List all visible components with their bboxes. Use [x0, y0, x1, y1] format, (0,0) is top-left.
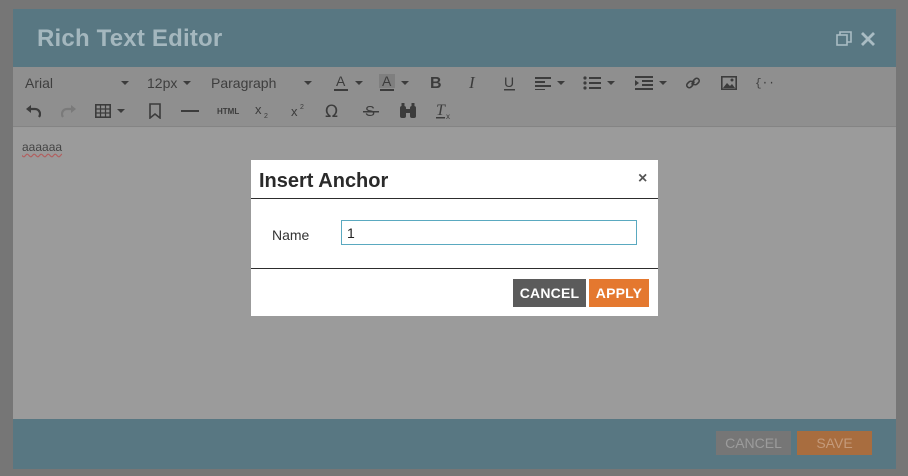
cancel-button[interactable]: CANCEL: [513, 279, 586, 307]
editor-save-button[interactable]: SAVE: [797, 431, 872, 455]
block-format-value: Paragraph: [211, 75, 277, 91]
link-icon: [685, 75, 701, 91]
indent-button[interactable]: [635, 71, 667, 95]
svg-text:T: T: [436, 102, 446, 119]
strikethrough-button[interactable]: S: [363, 99, 379, 123]
bookmark-icon: [149, 103, 161, 119]
font-family-value: Arial: [25, 75, 54, 91]
code-button[interactable]: {···}: [755, 71, 773, 95]
svg-text:U: U: [504, 75, 514, 90]
redo-button[interactable]: [61, 99, 77, 123]
svg-text:2: 2: [300, 104, 304, 111]
editor-title: Rich Text Editor: [37, 25, 223, 52]
horizontal-rule-icon: [181, 104, 199, 118]
link-button[interactable]: [685, 71, 701, 95]
svg-text:x: x: [446, 112, 450, 120]
svg-text:I: I: [468, 75, 476, 91]
apply-button[interactable]: APPLY: [589, 279, 649, 307]
svg-text:Ω: Ω: [325, 103, 338, 119]
clear-format-icon: Tx: [435, 102, 453, 120]
chevron-down-icon: [659, 81, 667, 85]
superscript-icon: x2: [291, 103, 307, 119]
dialog-divider: [251, 198, 658, 199]
find-button[interactable]: [399, 99, 417, 123]
image-button[interactable]: [721, 71, 737, 95]
editor-footer: CANCEL SAVE: [13, 419, 896, 469]
close-icon[interactable]: [860, 31, 876, 47]
code-icon: {···}: [755, 76, 773, 90]
special-char-button[interactable]: Ω: [325, 99, 343, 123]
font-color-button[interactable]: A: [333, 71, 363, 95]
bookmark-button[interactable]: [149, 99, 161, 123]
bold-icon: B: [429, 75, 443, 91]
undo-icon: [25, 104, 41, 118]
clear-format-button[interactable]: Tx: [435, 99, 453, 123]
html-icon: HTML: [217, 106, 240, 116]
insert-anchor-dialog: Insert Anchor × Name CANCEL APPLY: [251, 160, 658, 316]
block-format-select[interactable]: Paragraph: [211, 71, 313, 95]
anchor-name-input[interactable]: [341, 220, 637, 245]
list-button[interactable]: [583, 71, 615, 95]
font-size-select[interactable]: 12px: [147, 71, 192, 95]
highlight-color-icon: A: [379, 74, 395, 92]
find-icon: [399, 103, 417, 119]
omega-icon: Ω: [325, 103, 343, 119]
italic-icon: I: [467, 75, 481, 91]
align-icon: [535, 76, 551, 90]
dialog-divider: [251, 268, 658, 269]
name-label: Name: [272, 227, 310, 243]
font-family-select[interactable]: Arial: [25, 71, 130, 95]
horizontal-rule-button[interactable]: [181, 99, 199, 123]
undo-button[interactable]: [25, 99, 41, 123]
chevron-down-icon: [401, 81, 409, 85]
image-icon: [721, 76, 737, 90]
svg-text:x: x: [291, 104, 298, 119]
svg-text:A: A: [336, 74, 346, 89]
underline-icon: U: [503, 75, 517, 91]
underline-button[interactable]: U: [503, 71, 517, 95]
align-button[interactable]: [535, 71, 565, 95]
svg-text:A: A: [382, 74, 392, 89]
italic-button[interactable]: I: [467, 71, 481, 95]
chevron-down-icon: [183, 81, 192, 85]
chevron-down-icon: [557, 81, 565, 85]
editor-content-text: aaaaaa: [22, 140, 63, 154]
chevron-down-icon: [607, 81, 615, 85]
chevron-down-icon: [355, 81, 363, 85]
svg-text:{···}: {···}: [755, 78, 773, 90]
list-icon: [583, 76, 601, 90]
editor-toolbar: Arial 12px Paragraph A A B I U {· HTML x…: [13, 67, 896, 127]
svg-text:B: B: [430, 75, 442, 91]
indent-icon: [635, 76, 653, 90]
strikethrough-icon: S: [363, 103, 379, 119]
font-color-icon: A: [333, 74, 349, 92]
chevron-down-icon: [117, 109, 125, 113]
dialog-title: Insert Anchor: [259, 170, 389, 192]
table-icon: [95, 104, 111, 118]
close-icon[interactable]: ×: [638, 171, 650, 187]
highlight-color-button[interactable]: A: [379, 71, 409, 95]
svg-text:2: 2: [264, 113, 268, 119]
html-button[interactable]: HTML: [217, 99, 239, 123]
chevron-down-icon: [121, 81, 130, 85]
restore-window-icon[interactable]: [836, 31, 852, 47]
editor-cancel-button[interactable]: CANCEL: [716, 431, 791, 455]
table-button[interactable]: [95, 99, 125, 123]
subscript-button[interactable]: x2: [255, 99, 271, 123]
svg-text:x: x: [255, 103, 262, 117]
subscript-icon: x2: [255, 103, 271, 119]
editor-header: Rich Text Editor: [13, 9, 896, 67]
bold-button[interactable]: B: [429, 71, 443, 95]
header-actions: [836, 31, 876, 47]
font-size-value: 12px: [147, 75, 178, 91]
chevron-down-icon: [304, 81, 313, 85]
redo-icon: [61, 104, 77, 118]
superscript-button[interactable]: x2: [291, 99, 307, 123]
